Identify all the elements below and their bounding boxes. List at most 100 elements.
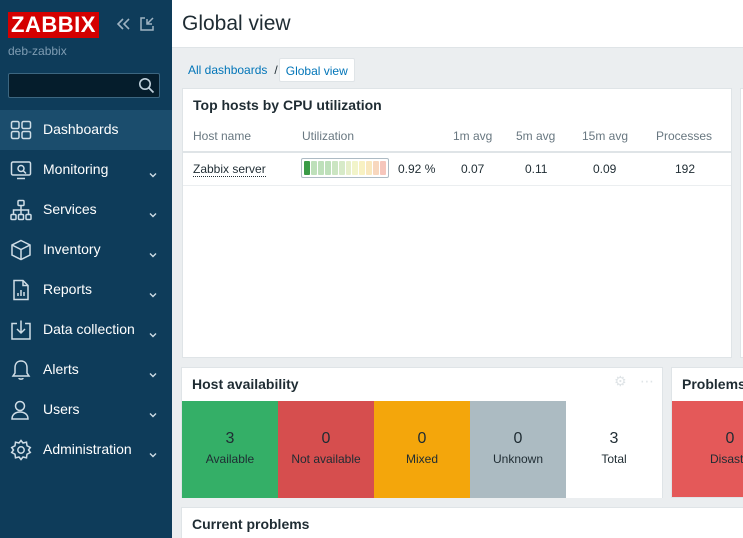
- availability-not-available[interactable]: 0 Not available: [278, 401, 374, 498]
- widget-title: Top hosts by CPU utilization: [193, 97, 382, 113]
- widget-title: Current problems: [192, 516, 310, 532]
- nav-item-dashboards[interactable]: Dashboards: [0, 110, 172, 150]
- users-icon: [10, 399, 32, 421]
- chevron-down-icon: [148, 445, 158, 458]
- unknown-label: Unknown: [492, 452, 544, 466]
- column-header-host-name[interactable]: Host name: [193, 129, 251, 143]
- top-hosts-widget: Top hosts by CPU utilization Host name U…: [182, 88, 732, 358]
- availability-total[interactable]: 3 Total: [566, 401, 662, 498]
- autohide-sidebar-icon[interactable]: [139, 16, 155, 32]
- avg-1m-value: 0.07: [461, 162, 485, 176]
- nav-label: Reports: [43, 281, 93, 297]
- chevron-down-icon: [148, 405, 158, 418]
- widget-title: Host availability: [192, 376, 299, 392]
- gauge-segment: [352, 161, 359, 175]
- column-header-1m-avg[interactable]: 1m avg: [453, 129, 492, 143]
- availability-unknown[interactable]: 0 Unknown: [470, 401, 566, 498]
- utilization-value: 0.92 %: [398, 162, 436, 176]
- nav-item-services[interactable]: Services: [0, 190, 172, 230]
- mixed-label: Mixed: [405, 452, 438, 466]
- services-icon: [10, 199, 32, 221]
- gauge-segment: [366, 161, 373, 175]
- chevron-down-icon: [148, 165, 158, 178]
- gauge-segment: [345, 161, 352, 175]
- reports-icon: [10, 279, 32, 301]
- disaster-count: 0: [725, 430, 735, 447]
- host-name-link[interactable]: Zabbix server: [193, 162, 266, 177]
- chevron-down-icon: [148, 205, 158, 218]
- unknown-count: 0: [513, 430, 523, 447]
- nav-label: Dashboards: [43, 121, 119, 137]
- problems-by-severity-widget: Problems 0 Disaste: [671, 367, 743, 498]
- breadcrumb-all-dashboards[interactable]: All dashboards: [182, 58, 273, 82]
- nav-item-alerts[interactable]: Alerts: [0, 350, 172, 390]
- header-divider: [183, 151, 731, 153]
- processes-value: 192: [675, 162, 696, 176]
- gauge-segment: [338, 161, 345, 175]
- column-header-5m-avg[interactable]: 5m avg: [516, 129, 555, 143]
- gauge-segment: [331, 161, 338, 175]
- nav-label: Users: [43, 401, 80, 417]
- nav-item-administration[interactable]: Administration: [0, 430, 172, 470]
- available-count: 3: [225, 430, 235, 447]
- not-available-count: 0: [321, 430, 331, 447]
- nav-label: Inventory: [43, 241, 101, 257]
- alerts-icon: [10, 359, 32, 381]
- chevron-down-icon: [148, 285, 158, 298]
- mixed-count: 0: [417, 430, 427, 447]
- search-icon[interactable]: [138, 77, 155, 94]
- chevron-down-icon: [148, 365, 158, 378]
- row-divider: [183, 185, 731, 186]
- server-name: deb-zabbix: [8, 44, 67, 58]
- sidebar: ZABBIX deb-zabbix Dashboards Monitoring: [0, 0, 172, 538]
- search-input[interactable]: [8, 73, 160, 98]
- inventory-icon: [10, 239, 32, 261]
- gear-icon: [10, 439, 32, 461]
- chevron-down-icon: [148, 245, 158, 258]
- nav-label: Administration: [43, 441, 132, 457]
- gauge-segment: [317, 161, 324, 175]
- nav-item-monitoring[interactable]: Monitoring: [0, 150, 172, 190]
- host-availability-widget: Host availability ⚙ ⋯ 3 Available 0 Not …: [181, 367, 663, 498]
- breadcrumb-separator: /: [274, 63, 278, 77]
- widget-title: Problems: [682, 376, 743, 392]
- gauge-segment: [304, 161, 310, 175]
- monitoring-icon: [10, 159, 32, 181]
- nav-item-reports[interactable]: Reports: [0, 270, 172, 310]
- total-count: 3: [609, 430, 619, 447]
- utilization-gauge: [301, 158, 389, 178]
- breadcrumb: All dashboards / Global view: [182, 58, 355, 82]
- not-available-label: Not available: [291, 452, 361, 466]
- availability-available[interactable]: 3 Available: [182, 401, 278, 498]
- nav-label: Services: [43, 201, 97, 217]
- severity-disaster[interactable]: 0 Disaste: [672, 401, 743, 497]
- breadcrumb-global-view[interactable]: Global view: [278, 58, 355, 82]
- current-problems-widget: Current problems: [181, 507, 743, 538]
- gauge-segment: [359, 161, 366, 175]
- widget-settings-icon[interactable]: ⚙: [614, 374, 627, 390]
- main-menu: Dashboards Monitoring Services Inventory: [0, 110, 172, 470]
- zabbix-logo[interactable]: ZABBIX: [8, 12, 99, 38]
- gauge-segment: [310, 161, 317, 175]
- collapse-sidebar-icon[interactable]: [115, 16, 131, 32]
- available-label: Available: [205, 452, 255, 466]
- total-label: Total: [601, 452, 627, 466]
- widget-more-icon[interactable]: ⋯: [640, 374, 654, 390]
- avg-5m-value: 0.11: [525, 162, 548, 176]
- nav-label: Alerts: [43, 361, 79, 377]
- dashboards-icon: [10, 119, 32, 141]
- gauge-segment: [373, 161, 380, 175]
- nav-item-users[interactable]: Users: [0, 390, 172, 430]
- gauge-segment: [380, 161, 387, 175]
- nav-item-inventory[interactable]: Inventory: [0, 230, 172, 270]
- nav-item-data-collection[interactable]: Data collection: [0, 310, 172, 350]
- gauge-segment: [324, 161, 331, 175]
- column-header-15m-avg[interactable]: 15m avg: [582, 129, 628, 143]
- nav-label: Data collection: [43, 321, 135, 337]
- nav-label: Monitoring: [43, 161, 109, 177]
- availability-mixed[interactable]: 0 Mixed: [374, 401, 470, 498]
- page-header: Global view: [172, 0, 743, 48]
- data-collection-icon: [10, 319, 32, 341]
- column-header-utilization[interactable]: Utilization: [302, 129, 354, 143]
- column-header-processes[interactable]: Processes: [656, 129, 712, 143]
